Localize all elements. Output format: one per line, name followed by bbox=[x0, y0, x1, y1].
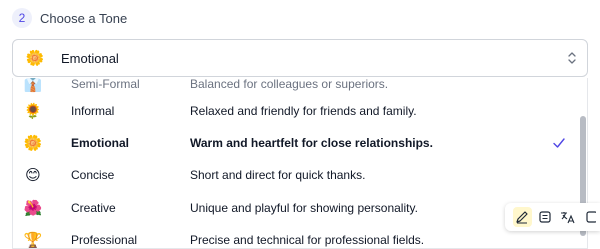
option-name: Semi-Formal bbox=[71, 78, 140, 91]
pencil-icon bbox=[516, 211, 528, 224]
tone-option-creative[interactable]: 🌺 Creative Unique and playful for showin… bbox=[13, 192, 573, 224]
selected-tone-value: Emotional bbox=[61, 50, 119, 66]
option-description: Short and direct for quick thanks. bbox=[190, 168, 366, 182]
creative-emoji: 🌺 bbox=[23, 200, 43, 217]
tone-select[interactable]: 🌼 Emotional bbox=[12, 39, 588, 77]
option-description: Warm and heartfelt for close relationshi… bbox=[190, 136, 433, 150]
floating-toolbar bbox=[505, 203, 600, 231]
translate-button[interactable] bbox=[559, 207, 578, 227]
more-icon bbox=[586, 211, 596, 223]
option-name: Creative bbox=[71, 201, 116, 215]
option-description: Balanced for colleagues or superiors. bbox=[190, 78, 389, 91]
more-button[interactable] bbox=[581, 207, 600, 227]
notes-button[interactable] bbox=[536, 207, 555, 227]
translate-icon bbox=[560, 212, 575, 224]
tone-option-concise[interactable]: 😊 Concise Short and direct for quick tha… bbox=[13, 159, 573, 191]
step-header: 2 Choose a Tone bbox=[12, 8, 127, 28]
tone-option-professional[interactable]: 🏆 Professional Precise and technical for… bbox=[13, 224, 573, 249]
pencil-button[interactable] bbox=[513, 207, 532, 227]
option-name: Informal bbox=[71, 104, 115, 118]
option-name: Emotional bbox=[71, 136, 130, 150]
concise-emoji: 😊 bbox=[25, 167, 41, 184]
option-description: Unique and playful for showing personali… bbox=[190, 201, 418, 215]
tone-option-informal[interactable]: 🌻 Informal Relaxed and friendly for frie… bbox=[13, 95, 573, 127]
option-name: Concise bbox=[71, 168, 115, 182]
professional-emoji: 🏆 bbox=[23, 232, 43, 249]
informal-emoji: 🌻 bbox=[23, 103, 43, 120]
semi-formal-emoji: 👔 bbox=[23, 78, 43, 93]
option-description: Precise and technical for professional f… bbox=[190, 233, 425, 247]
tone-dropdown-list: 👔 Semi-Formal Balanced for colleagues or… bbox=[12, 78, 588, 249]
checkmark-icon bbox=[553, 138, 565, 148]
notes-icon bbox=[539, 211, 551, 223]
select-chevrons-icon bbox=[568, 52, 576, 64]
step-number-badge: 2 bbox=[12, 8, 32, 28]
emotional-emoji: 🌼 bbox=[23, 135, 43, 152]
option-name: Professional bbox=[71, 233, 138, 247]
option-description: Relaxed and friendly for friends and fam… bbox=[190, 104, 417, 118]
tone-option-emotional[interactable]: 🌼 Emotional Warm and heartfelt for close… bbox=[13, 127, 573, 159]
selected-tone-emoji: 🌼 bbox=[25, 50, 45, 67]
step-title: Choose a Tone bbox=[40, 10, 128, 26]
